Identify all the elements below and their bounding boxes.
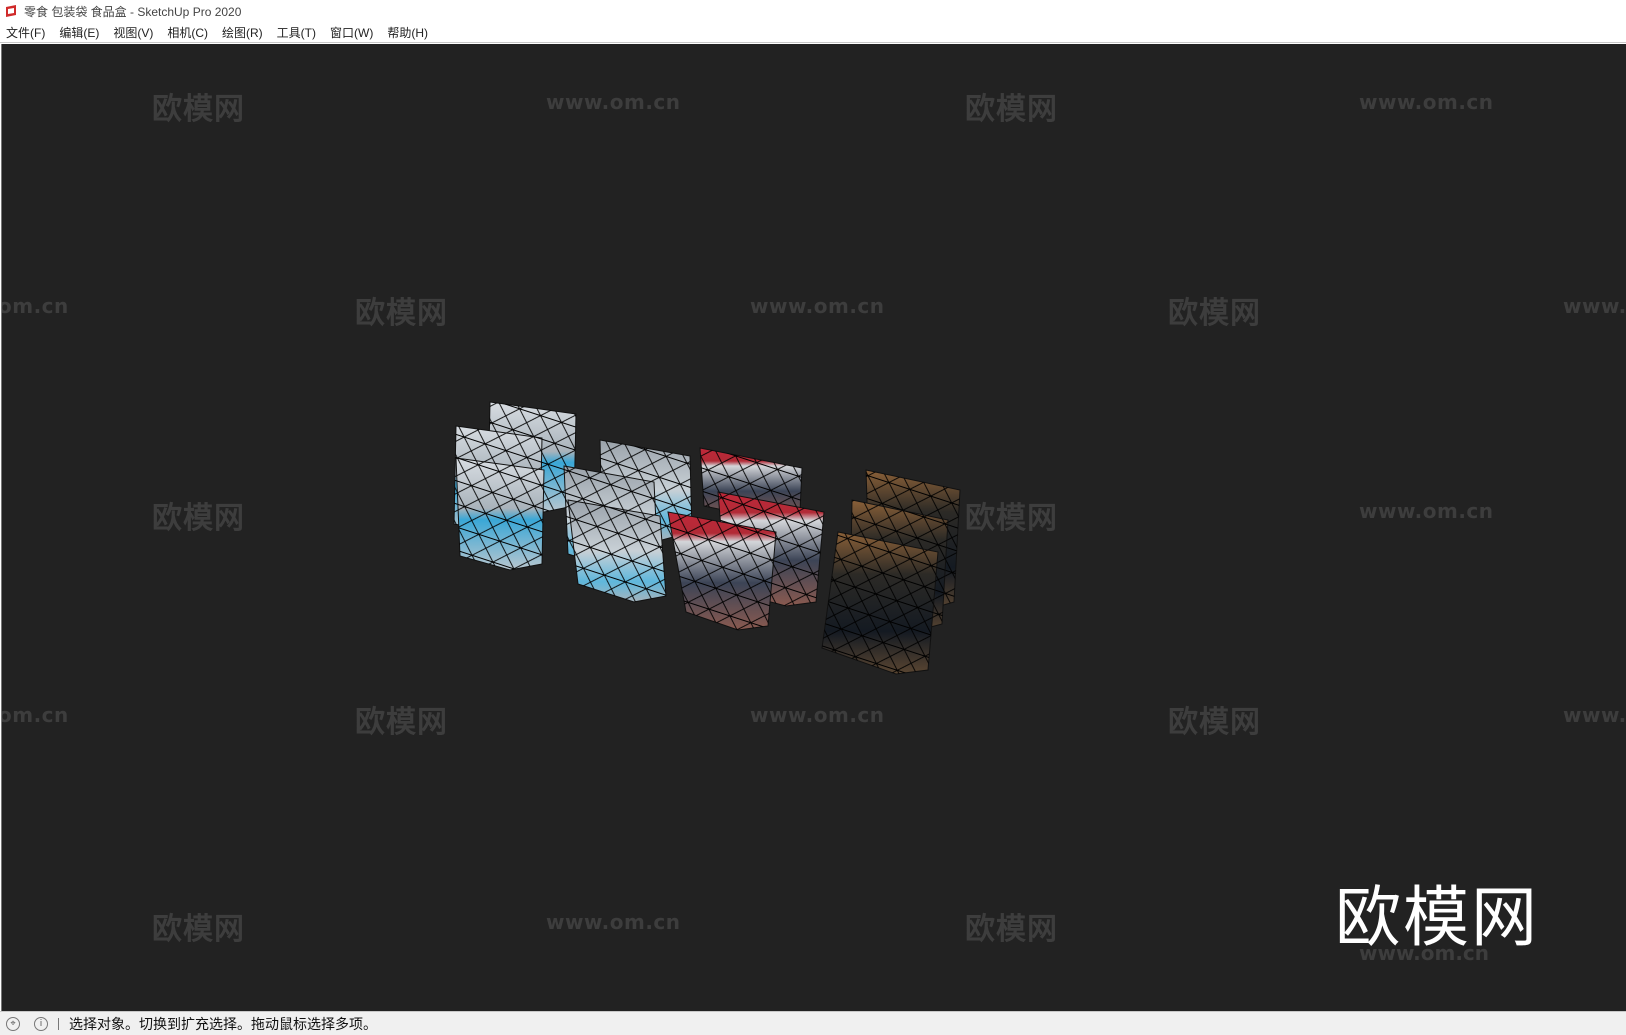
- menu-camera[interactable]: 相机(C): [167, 24, 215, 41]
- menu-view[interactable]: 视图(V): [113, 24, 160, 41]
- menu-edit[interactable]: 编辑(E): [59, 24, 106, 41]
- status-divider: [58, 1017, 59, 1030]
- sketchup-icon[interactable]: [4, 4, 18, 18]
- snack-bag-dark-group: [821, 469, 961, 675]
- menu-bar: 文件(F) 编辑(E) 视图(V) 相机(C) 绘图(R) 工具(T) 窗口(W…: [0, 22, 1626, 43]
- snack-bag-blue-group: [453, 401, 577, 571]
- info-icon[interactable]: i: [34, 1016, 48, 1031]
- snack-bag-red-group: [667, 447, 825, 631]
- watermark-url: www.om.cn: [1359, 941, 1490, 965]
- window-title: 零食 包装袋 食品盒 - SketchUp Pro 2020: [24, 4, 242, 19]
- model-viewport[interactable]: 欧模网 www.om.cn 欧模网 www.om.cn om.cn 欧模网 ww…: [1, 44, 1626, 1011]
- menu-tools[interactable]: 工具(T): [277, 24, 323, 41]
- status-bar: ⌖ i 选择对象。切换到扩充选择。拖动鼠标选择多项。: [0, 1011, 1626, 1035]
- location-icon[interactable]: ⌖: [6, 1016, 20, 1031]
- status-message: 选择对象。切换到扩充选择。拖动鼠标选择多项。: [69, 1016, 377, 1033]
- menu-draw[interactable]: 绘图(R): [222, 24, 270, 41]
- menu-file[interactable]: 文件(F): [6, 24, 52, 41]
- menu-window[interactable]: 窗口(W): [330, 24, 380, 41]
- menu-help[interactable]: 帮助(H): [387, 24, 435, 41]
- title-bar: 零食 包装袋 食品盒 - SketchUp Pro 2020: [0, 0, 1626, 22]
